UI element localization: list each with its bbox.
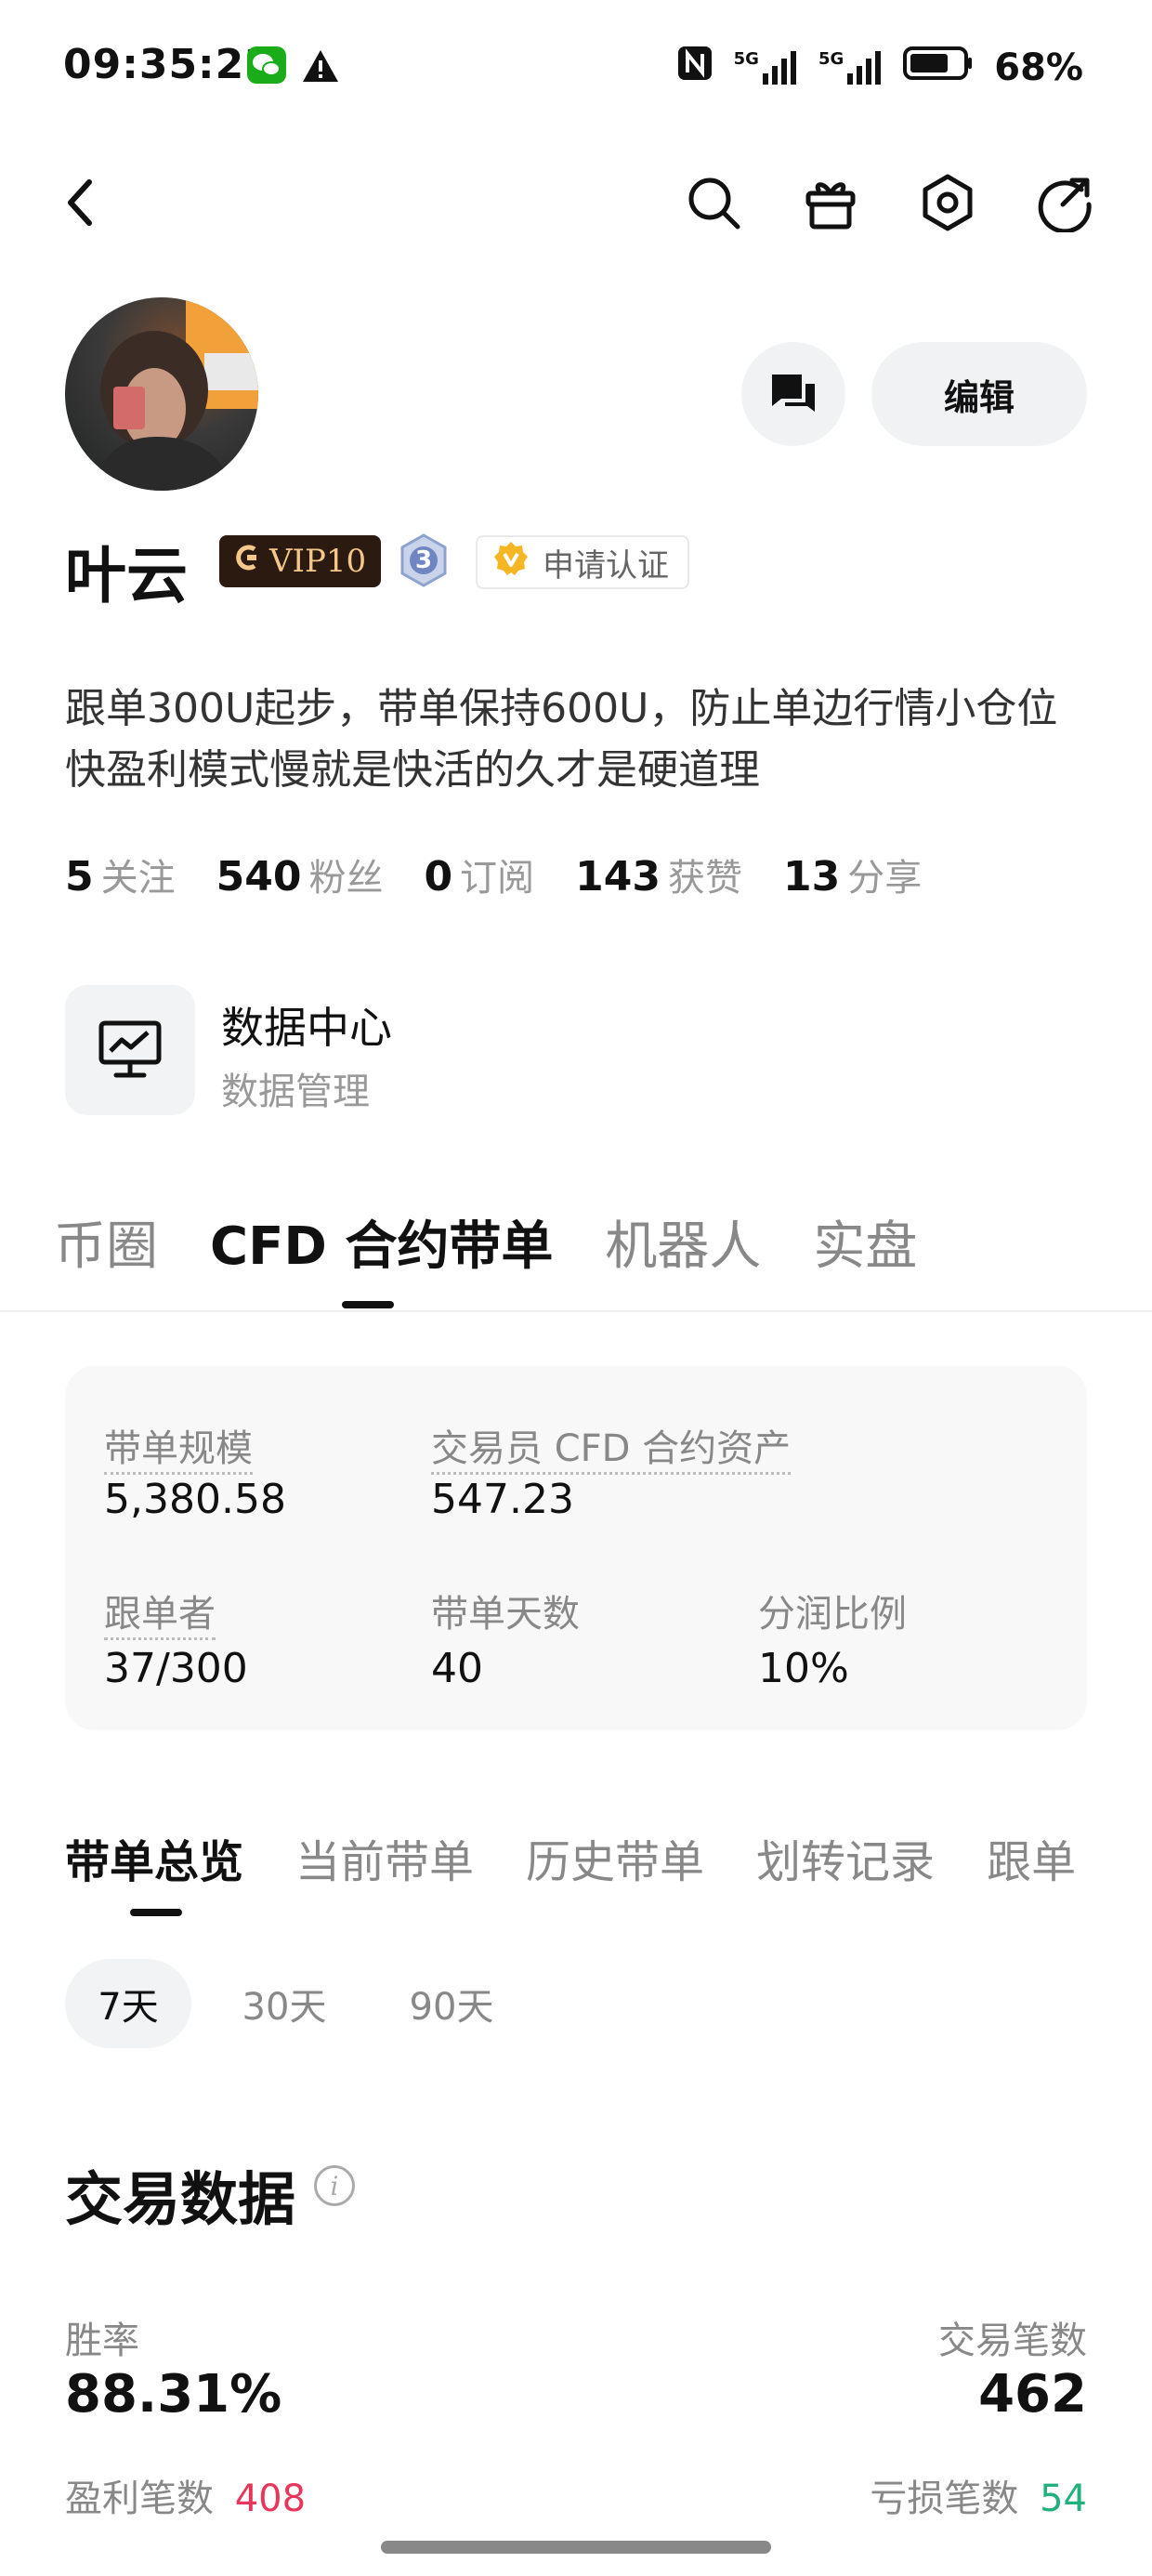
status-time: 09:35:22 [63,41,274,88]
period-7d[interactable]: 7天 [65,1959,191,2048]
trade-count-value: 462 [978,2364,1087,2425]
signal-1-icon: 5G [734,49,798,86]
profit-count-label: 盈利笔数 [65,2477,214,2520]
assets-value: 547.23 [431,1476,574,1523]
tab-cfd-copy-trading[interactable]: CFD 合约带单 [210,1204,553,1280]
stat-number: 5 [65,853,94,900]
home-indicator[interactable] [381,2541,771,2554]
win-rate-value: 88.31% [65,2364,282,2425]
level-badge: 3 [399,533,448,587]
warning-icon [301,48,340,87]
divider [0,1310,1152,1312]
active-tab-indicator [342,1301,394,1308]
tab-crypto[interactable]: 币圈 [54,1204,158,1280]
network-label-2: 5G [818,49,844,69]
vip-logo-icon [234,543,262,580]
win-rate-label: 胜率 [65,2320,139,2362]
profile-name: 叶云 [65,540,188,611]
tab-bots[interactable]: 机器人 [605,1204,761,1280]
period-90d[interactable]: 90天 [386,1959,517,2048]
stat-followers[interactable]: 540 粉丝 [216,848,384,901]
apply-certification-button[interactable]: 申请认证 [476,535,689,589]
data-center-subtitle: 数据管理 [221,1071,370,1113]
sub-tabs: 带单总览 当前带单 历史带单 划转记录 跟单 [65,1825,1076,1890]
profile-stats: 5 关注 540 粉丝 0 订阅 143 获赞 13 分享 [65,848,922,901]
nfc-icon [676,45,713,91]
share-ratio-value: 10% [758,1645,849,1692]
tab-copy[interactable]: 跟单 [987,1825,1076,1890]
vip-badge: VIP10 [219,535,382,587]
verified-icon [492,540,530,585]
message-button[interactable] [741,342,845,446]
signal-2-icon: 5G [818,49,883,86]
data-center-button[interactable] [65,985,195,1115]
profit-count-value: 408 [234,2477,307,2520]
battery-icon [903,45,974,91]
status-right: 5G 5G 68% [676,45,1083,91]
data-center-title[interactable]: 数据中心 [221,994,392,1056]
stat-number: 143 [575,853,661,900]
stat-label: 粉丝 [308,857,384,900]
stat-label: 订阅 [460,857,535,900]
scale-label[interactable]: 带单规模 [104,1427,253,1475]
share-ratio-label: 分润比例 [758,1593,907,1636]
stat-number: 13 [782,853,841,900]
stat-label: 获赞 [667,857,742,900]
profile-bio: 跟单300U起步，带单保持600U，防止单边行情小仓位快盈利模式慢就是快活的久才… [65,685,1058,794]
loss-count: 亏损笔数 54 [870,2468,1087,2522]
back-button[interactable] [45,167,115,238]
cert-label: 申请认证 [543,546,669,585]
network-label: 5G [733,49,759,69]
stat-likes[interactable]: 143 获赞 [575,848,742,901]
tab-overview[interactable]: 带单总览 [65,1825,243,1890]
stat-label: 关注 [100,857,176,900]
stat-shares[interactable]: 13 分享 [783,848,922,901]
gift-icon[interactable] [795,167,866,238]
level-number: 3 [414,546,433,574]
tab-history-orders[interactable]: 历史带单 [526,1825,704,1890]
trade-count-label: 交易笔数 [938,2320,1087,2362]
profit-count: 盈利笔数 408 [65,2468,306,2522]
days-value: 40 [431,1645,483,1692]
active-subtab-indicator [130,1909,182,1916]
vip-label: VIP10 [269,543,367,580]
info-icon[interactable]: i [314,2165,355,2206]
summary-card: 带单规模 5,380.58 交易员 CFD 合约资产 547.23 跟单者 37… [65,1366,1087,1730]
assets-label[interactable]: 交易员 CFD 合约资产 [431,1427,792,1475]
share-icon[interactable] [1029,167,1100,238]
avatar[interactable] [65,297,258,491]
followers-value: 37/300 [104,1645,248,1692]
battery-percent: 68% [994,46,1083,89]
stat-number: 0 [424,853,453,900]
edit-button[interactable]: 编辑 [871,342,1087,446]
scale-value: 5,380.58 [104,1476,286,1523]
loss-count-value: 54 [1040,2477,1087,2520]
stat-subscriptions[interactable]: 0 订阅 [424,848,534,901]
main-tabs: 币圈 CFD 合约带单 机器人 实盘 [54,1204,917,1280]
followers-label[interactable]: 跟单者 [104,1593,216,1640]
wechat-icon [247,46,286,84]
tab-transfer-records[interactable]: 划转记录 [756,1825,935,1890]
days-label: 带单天数 [431,1593,580,1636]
period-30d[interactable]: 30天 [219,1959,349,2048]
tab-live[interactable]: 实盘 [813,1204,917,1280]
search-icon[interactable] [678,167,749,238]
stat-number: 540 [216,853,302,900]
trade-data-title: 交易数据 [65,2165,296,2233]
stat-label: 分享 [847,857,923,900]
settings-icon[interactable] [912,167,983,238]
loss-count-label: 亏损笔数 [870,2477,1019,2520]
tab-current-orders[interactable]: 当前带单 [295,1825,474,1890]
stat-following[interactable]: 5 关注 [65,848,176,901]
